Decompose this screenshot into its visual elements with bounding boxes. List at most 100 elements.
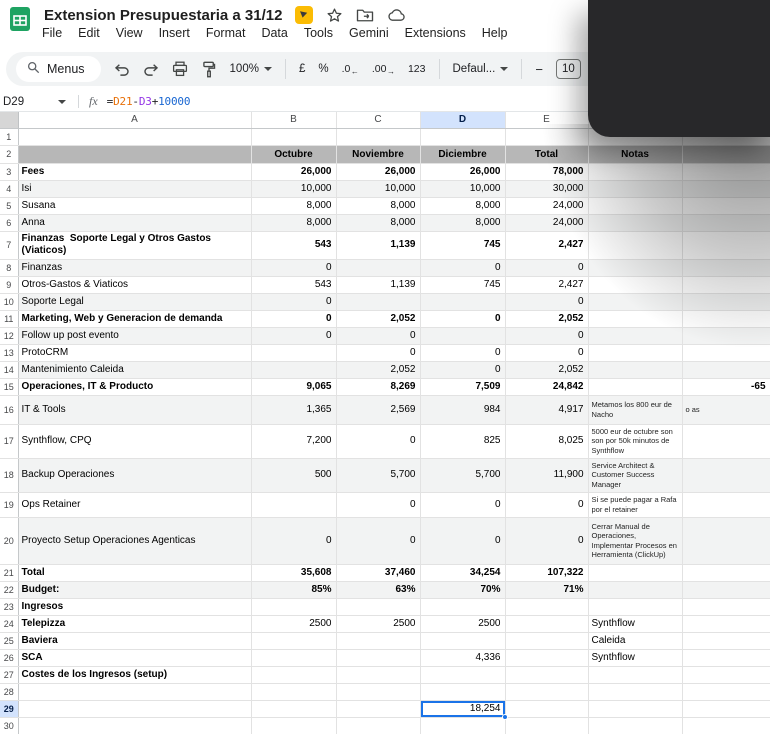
cell-E26[interactable]: [505, 649, 588, 666]
menu-view[interactable]: View: [116, 26, 143, 40]
row-header-14[interactable]: 14: [0, 361, 18, 378]
currency-format-button[interactable]: £: [299, 63, 305, 75]
cell-B27[interactable]: [251, 666, 336, 683]
decrease-font-size-button[interactable]: −: [535, 62, 543, 77]
row-header-30[interactable]: 30: [0, 717, 18, 734]
cell-G7[interactable]: [682, 231, 770, 259]
cell-D13[interactable]: 0: [420, 344, 505, 361]
cell-D18[interactable]: 5,700: [420, 458, 505, 492]
cell-A12[interactable]: Follow up post evento: [18, 327, 251, 344]
cell-E13[interactable]: 0: [505, 344, 588, 361]
cell-A9[interactable]: Otros-Gastos & Viaticos: [18, 276, 251, 293]
row-header-13[interactable]: 13: [0, 344, 18, 361]
row-header-3[interactable]: 3: [0, 163, 18, 180]
cell-F14[interactable]: [588, 361, 682, 378]
cell-C18[interactable]: 5,700: [336, 458, 420, 492]
cell-E2[interactable]: Total: [505, 145, 588, 163]
row-header-8[interactable]: 8: [0, 259, 18, 276]
cell-C8[interactable]: [336, 259, 420, 276]
cell-B14[interactable]: [251, 361, 336, 378]
cloud-status-icon[interactable]: [387, 8, 406, 22]
font-size-input[interactable]: 10: [556, 59, 581, 79]
cell-E28[interactable]: [505, 683, 588, 700]
cell-B26[interactable]: [251, 649, 336, 666]
row-header-10[interactable]: 10: [0, 293, 18, 310]
cell-G12[interactable]: [682, 327, 770, 344]
row-header-6[interactable]: 6: [0, 214, 18, 231]
cell-E10[interactable]: 0: [505, 293, 588, 310]
cell-G30[interactable]: [682, 717, 770, 734]
cell-C17[interactable]: 0: [336, 424, 420, 458]
cell-G20[interactable]: [682, 517, 770, 564]
column-header-B[interactable]: B: [251, 112, 336, 128]
sheets-logo[interactable]: [8, 7, 32, 31]
cell-D20[interactable]: 0: [420, 517, 505, 564]
print-icon[interactable]: [172, 61, 188, 77]
cell-C19[interactable]: 0: [336, 492, 420, 517]
menu-help[interactable]: Help: [482, 26, 508, 40]
menu-tools[interactable]: Tools: [304, 26, 333, 40]
cell-C29[interactable]: [336, 700, 420, 717]
cell-B29[interactable]: [251, 700, 336, 717]
row-header-18[interactable]: 18: [0, 458, 18, 492]
cell-A15[interactable]: Operaciones, IT & Producto: [18, 378, 251, 395]
row-header-21[interactable]: 21: [0, 564, 18, 581]
cell-B28[interactable]: [251, 683, 336, 700]
row-header-1[interactable]: 1: [0, 128, 18, 145]
cell-D1[interactable]: [420, 128, 505, 145]
cell-E16[interactable]: 4,917: [505, 395, 588, 424]
cell-G22[interactable]: [682, 581, 770, 598]
cell-E11[interactable]: 2,052: [505, 310, 588, 327]
cell-E9[interactable]: 2,427: [505, 276, 588, 293]
cell-F18[interactable]: Service Architect & Customer Success Man…: [588, 458, 682, 492]
cell-F9[interactable]: [588, 276, 682, 293]
cell-F10[interactable]: [588, 293, 682, 310]
move-folder-icon[interactable]: [356, 8, 374, 23]
row-header-28[interactable]: 28: [0, 683, 18, 700]
cell-E30[interactable]: [505, 717, 588, 734]
cell-E12[interactable]: 0: [505, 327, 588, 344]
cell-D15[interactable]: 7,509: [420, 378, 505, 395]
cell-A17[interactable]: Synthflow, CPQ: [18, 424, 251, 458]
cell-F19[interactable]: Si se puede pagar a Rafa por el retainer: [588, 492, 682, 517]
cell-D19[interactable]: 0: [420, 492, 505, 517]
cell-A18[interactable]: Backup Operaciones: [18, 458, 251, 492]
cell-E25[interactable]: [505, 632, 588, 649]
cell-G19[interactable]: [682, 492, 770, 517]
cell-D27[interactable]: [420, 666, 505, 683]
cell-B7[interactable]: 543: [251, 231, 336, 259]
cell-C12[interactable]: 0: [336, 327, 420, 344]
row-header-2[interactable]: 2: [0, 145, 18, 163]
cell-B24[interactable]: 2500: [251, 615, 336, 632]
cell-A16[interactable]: IT & Tools: [18, 395, 251, 424]
cell-A26[interactable]: SCA: [18, 649, 251, 666]
cell-G23[interactable]: [682, 598, 770, 615]
cell-F17[interactable]: 5000 eur de octubre son son por 50k minu…: [588, 424, 682, 458]
cell-G25[interactable]: [682, 632, 770, 649]
row-header-19[interactable]: 19: [0, 492, 18, 517]
cell-E27[interactable]: [505, 666, 588, 683]
cell-B11[interactable]: 0: [251, 310, 336, 327]
menu-edit[interactable]: Edit: [78, 26, 100, 40]
menu-extensions[interactable]: Extensions: [405, 26, 466, 40]
select-all-corner[interactable]: [0, 112, 18, 128]
zoom-selector[interactable]: 100%: [230, 63, 272, 75]
cell-D11[interactable]: 0: [420, 310, 505, 327]
cell-A8[interactable]: Finanzas: [18, 259, 251, 276]
cell-C22[interactable]: 63%: [336, 581, 420, 598]
cell-C27[interactable]: [336, 666, 420, 683]
cell-B16[interactable]: 1,365: [251, 395, 336, 424]
cell-G3[interactable]: [682, 163, 770, 180]
cell-F24[interactable]: Synthflow: [588, 615, 682, 632]
cell-B20[interactable]: 0: [251, 517, 336, 564]
document-title[interactable]: Extension Presupuestaria a 31/12: [44, 7, 282, 24]
cell-C4[interactable]: 10,000: [336, 180, 420, 197]
cell-A6[interactable]: Anna: [18, 214, 251, 231]
column-header-D[interactable]: D: [420, 112, 505, 128]
cell-F2[interactable]: Notas: [588, 145, 682, 163]
cell-D8[interactable]: 0: [420, 259, 505, 276]
cell-F12[interactable]: [588, 327, 682, 344]
column-header-A[interactable]: A: [18, 112, 251, 128]
cell-B3[interactable]: 26,000: [251, 163, 336, 180]
cell-C2[interactable]: Noviembre: [336, 145, 420, 163]
